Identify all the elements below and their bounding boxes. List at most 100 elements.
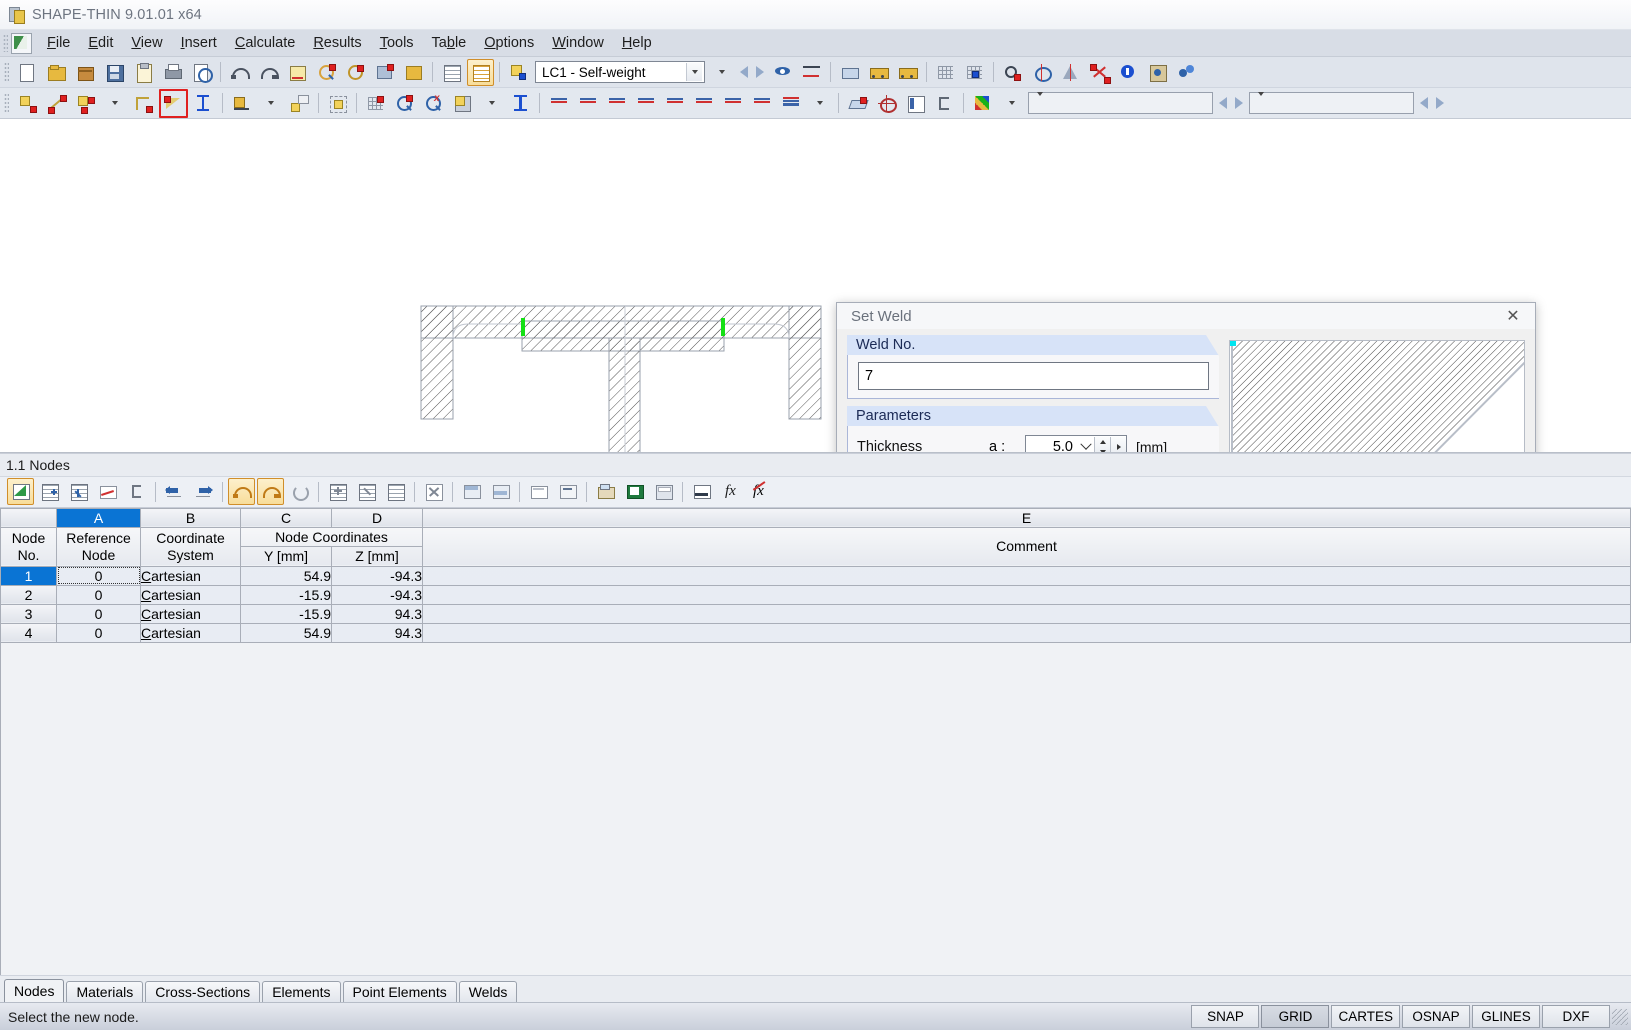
qv-icon[interactable] — [574, 90, 601, 117]
new-node-icon[interactable] — [14, 90, 41, 117]
delete-cross-icon[interactable] — [1086, 59, 1113, 86]
cell-z-3[interactable]: 94.3 — [331, 603, 423, 624]
zoom-refresh-icon[interactable] — [313, 59, 340, 86]
toolbar2-gripper[interactable] — [4, 93, 9, 113]
cell-comment-1[interactable] — [422, 565, 1631, 586]
sigma-v-icon[interactable] — [719, 90, 746, 117]
value-xx-icon[interactable] — [798, 59, 825, 86]
calc-icon[interactable] — [650, 478, 677, 505]
load-train2-icon[interactable] — [894, 59, 921, 86]
tab-cross-sections[interactable]: Cross-Sections — [145, 981, 261, 1002]
open-window-icon[interactable] — [400, 59, 427, 86]
menu-file[interactable]: File — [38, 32, 79, 54]
table-row[interactable]: 3 0 Cartesian -15.9 94.3 — [0, 603, 1631, 624]
status-panel-osnap[interactable]: OSNAP — [1402, 1005, 1470, 1028]
formula-icon[interactable]: fx — [717, 478, 744, 505]
cell-coordinate-system-2[interactable]: Cartesian — [140, 584, 241, 605]
table-list-icon[interactable] — [438, 59, 465, 86]
chart-icon[interactable] — [94, 478, 121, 505]
col-letter-D[interactable]: D — [331, 507, 423, 528]
cell-comment-3[interactable] — [422, 603, 1631, 624]
result-combo-icon[interactable] — [836, 59, 863, 86]
display2-next-icon[interactable] — [1436, 97, 1444, 109]
clear-formula-icon[interactable]: fx — [746, 478, 773, 505]
undo-icon-2[interactable] — [228, 478, 255, 505]
dimension-icon[interactable] — [190, 90, 217, 117]
open-package-icon[interactable] — [72, 59, 99, 86]
redo-icon[interactable] — [255, 59, 282, 86]
chevron-down-icon[interactable] — [686, 63, 702, 81]
cell-comment-2[interactable] — [422, 584, 1631, 605]
menu-window[interactable]: Window — [543, 32, 613, 54]
save-icon[interactable] — [101, 59, 128, 86]
cell-z-1[interactable]: -94.3 — [331, 565, 423, 586]
col-letter-B[interactable]: B — [140, 507, 241, 528]
print-preview-icon[interactable] — [188, 59, 215, 86]
cell-reference-node-2[interactable]: 0 — [56, 584, 141, 605]
cell-coordinate-system-3[interactable]: Cartesian — [140, 603, 241, 624]
info-row-icon[interactable] — [382, 478, 409, 505]
menu-edit[interactable]: Edit — [79, 32, 122, 54]
status-panel-cartes[interactable]: CARTES — [1331, 1005, 1400, 1028]
new-file-icon[interactable] — [14, 59, 41, 86]
new-line-icon[interactable] — [43, 90, 70, 117]
cell-comment-4[interactable] — [422, 622, 1631, 643]
cell-y-1[interactable]: 54.9 — [240, 565, 332, 586]
print-icon[interactable] — [159, 59, 186, 86]
display-prev-icon[interactable] — [1219, 97, 1227, 109]
center-gravity-icon[interactable] — [873, 90, 900, 117]
corner-header[interactable] — [0, 507, 57, 528]
zoom-out-icon[interactable]: x — [420, 90, 447, 117]
zoom-regen-icon[interactable] — [342, 59, 369, 86]
tau-icon[interactable] — [690, 90, 717, 117]
new-table-icon[interactable] — [7, 478, 34, 505]
status-panel-grid[interactable]: GRID — [1261, 1005, 1330, 1028]
support-dropdown-icon[interactable] — [257, 90, 284, 117]
prev-col-icon[interactable] — [161, 478, 188, 505]
color-render-icon[interactable] — [969, 90, 996, 117]
rotate-node-icon[interactable] — [999, 59, 1026, 86]
cell-z-4[interactable]: 94.3 — [331, 622, 423, 643]
thickness-more-icon[interactable] — [1110, 436, 1126, 452]
display-combo-2[interactable] — [1249, 91, 1414, 114]
thickness-spinner[interactable] — [1094, 436, 1110, 452]
excel-icon[interactable] — [621, 478, 648, 505]
append-row-icon[interactable] — [65, 478, 92, 505]
menu-table[interactable]: Table — [423, 32, 476, 54]
display-combo[interactable] — [1028, 91, 1213, 114]
new-element-dropdown-icon[interactable] — [101, 90, 128, 117]
tab-elements[interactable]: Elements — [262, 981, 341, 1002]
mesh-icon[interactable] — [932, 59, 959, 86]
new-triangle-icon[interactable] — [159, 88, 188, 118]
table-grid-icon[interactable] — [467, 58, 494, 86]
gears-icon[interactable] — [1173, 59, 1200, 86]
export-icon[interactable] — [458, 478, 485, 505]
toolbar-gripper[interactable] — [4, 62, 9, 82]
nodes-table[interactable]: A B C D E Node No. Reference Node Coordi… — [0, 507, 1631, 643]
chevron-down-icon-3[interactable] — [1256, 91, 1266, 111]
cell-reference-node-1[interactable]: 0 — [56, 565, 141, 586]
bracket-icon-2[interactable] — [123, 478, 150, 505]
tab-nodes[interactable]: Nodes — [4, 979, 65, 1002]
status-panel-snap[interactable]: SNAP — [1191, 1005, 1260, 1028]
table-panel-icon[interactable] — [902, 90, 929, 117]
row-number-4[interactable]: 4 — [0, 622, 57, 643]
cell-y-2[interactable]: -15.9 — [240, 584, 332, 605]
info-icon[interactable] — [1115, 59, 1142, 86]
graphic-canvas[interactable]: Y Z Set Weld ✕ Weld No. 7 — [0, 119, 1631, 453]
row-number-3[interactable]: 3 — [0, 603, 57, 624]
new-arc-icon[interactable] — [130, 90, 157, 117]
menu-results[interactable]: Results — [304, 32, 370, 54]
thickness-input[interactable]: 5.0 — [1025, 434, 1127, 452]
settings-table-icon[interactable] — [592, 478, 619, 505]
remove-icon[interactable] — [353, 478, 380, 505]
weld-no-input[interactable]: 7 — [858, 362, 1209, 390]
add-icon[interactable] — [324, 478, 351, 505]
tab-materials[interactable]: Materials — [66, 981, 144, 1002]
display-next-icon[interactable] — [1235, 97, 1243, 109]
table-row[interactable]: 1 0 Cartesian 54.9 -94.3 — [0, 565, 1631, 586]
point-element-icon[interactable] — [286, 90, 313, 117]
weld-icon[interactable] — [844, 90, 871, 117]
zoom-in-icon[interactable] — [391, 90, 418, 117]
omega-icon[interactable] — [603, 90, 630, 117]
